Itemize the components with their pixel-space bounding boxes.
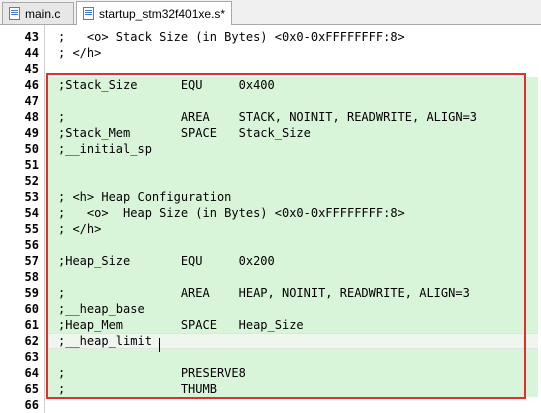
code-line[interactable]: 56 [0,237,541,253]
line-code[interactable]: ;__heap_limit [58,333,538,349]
line-number: 51 [24,158,39,172]
code-line[interactable]: 59 ; AREA HEAP, NOINIT, READWRITE, ALIGN=… [0,285,541,301]
code-line[interactable]: 45 [0,61,541,77]
code-line[interactable]: 63 [0,349,541,365]
line-number: 58 [24,270,39,284]
line-number: 62 [24,334,39,348]
line-code[interactable]: ; </h> [58,45,538,61]
code-line[interactable]: 60 ;__heap_base [0,301,541,317]
code-line[interactable]: 47 [0,93,541,109]
code-line[interactable]: 49 ;Stack_Mem SPACE Stack_Size [0,125,541,141]
code-line[interactable]: 46 ;Stack_Size EQU 0x400 [0,77,541,93]
tab-label: startup_stm32f401xe.s* [99,6,226,21]
code-line[interactable]: 58 [0,269,541,285]
line-number: 61 [24,318,39,332]
code-line[interactable]: 52 [0,173,541,189]
code-line[interactable]: 62 ;__heap_limit [0,333,541,349]
line-code[interactable]: ;Heap_Mem SPACE Heap_Size [58,317,538,333]
line-number: 44 [24,46,39,60]
line-code[interactable] [58,397,538,413]
line-code[interactable]: ; THUMB [58,381,538,397]
line-code[interactable] [58,349,538,365]
line-number: 60 [24,302,39,316]
line-number: 55 [24,222,39,236]
code-line[interactable]: 55 ; </h> [0,221,541,237]
line-number: 54 [24,206,39,220]
line-number: 65 [24,382,39,396]
line-number: 52 [24,174,39,188]
line-number: 57 [24,254,39,268]
text-cursor [159,338,160,352]
line-number: 64 [24,366,39,380]
code-line[interactable]: 64 ; PRESERVE8 [0,365,541,381]
line-code[interactable]: ; <o> Stack Size (in Bytes) <0x0-0xFFFFF… [58,29,538,45]
line-number: 43 [24,30,39,44]
line-number: 46 [24,78,39,92]
code-line[interactable]: 61 ;Heap_Mem SPACE Heap_Size [0,317,541,333]
line-code[interactable]: ;__heap_base [58,301,538,317]
editor-tab-bar: main.c startup_stm32f401xe.s* [0,0,541,25]
tab-label: main.c [25,6,61,21]
line-code[interactable]: ; </h> [58,221,538,237]
line-code[interactable]: ; AREA HEAP, NOINIT, READWRITE, ALIGN=3 [58,285,538,301]
code-line[interactable]: 57 ;Heap_Size EQU 0x200 [0,253,541,269]
line-number: 56 [24,238,39,252]
code-line[interactable]: 53 ; <h> Heap Configuration [0,189,541,205]
code-line[interactable]: 51 [0,157,541,173]
line-number: 63 [24,350,39,364]
line-number: 49 [24,126,39,140]
line-code[interactable] [58,173,538,189]
line-number: 45 [24,62,39,76]
line-code[interactable]: ;Stack_Size EQU 0x400 [58,77,538,93]
code-line[interactable]: 44 ; </h> [0,45,541,61]
code-line[interactable]: 43 ; <o> Stack Size (in Bytes) <0x0-0xFFF… [0,29,541,45]
file-icon [9,7,20,20]
tab-startup-file[interactable]: startup_stm32f401xe.s* [76,1,232,25]
line-code[interactable]: ; <o> Heap Size (in Bytes) <0x0-0xFFFFFF… [58,205,538,221]
line-number: 53 [24,190,39,204]
line-number: 48 [24,110,39,124]
line-code[interactable] [58,237,538,253]
line-code[interactable]: ;__initial_sp [58,141,538,157]
file-icon [83,7,94,20]
line-number: 59 [24,286,39,300]
line-number: 50 [24,142,39,156]
code-line[interactable]: 65 ; THUMB [0,381,541,397]
line-code[interactable]: ;Heap_Size EQU 0x200 [58,253,538,269]
line-code[interactable] [58,269,538,285]
code-line[interactable]: 50 ;__initial_sp [0,141,541,157]
line-code[interactable] [58,157,538,173]
line-code[interactable]: ; PRESERVE8 [58,365,538,381]
line-code[interactable]: ; AREA STACK, NOINIT, READWRITE, ALIGN=3 [58,109,538,125]
code-line[interactable]: 48 ; AREA STACK, NOINIT, READWRITE, ALIGN… [0,109,541,125]
code-line[interactable]: 54 ; <o> Heap Size (in Bytes) <0x0-0xFFFF… [0,205,541,221]
line-code[interactable]: ; <h> Heap Configuration [58,189,538,205]
line-code[interactable]: ;Stack_Mem SPACE Stack_Size [58,125,538,141]
code-line[interactable]: 66 [0,397,541,413]
line-code[interactable] [58,61,538,77]
line-number: 66 [24,398,39,412]
line-code[interactable] [58,93,538,109]
line-number: 47 [24,94,39,108]
tab-main-c[interactable]: main.c [2,2,74,24]
